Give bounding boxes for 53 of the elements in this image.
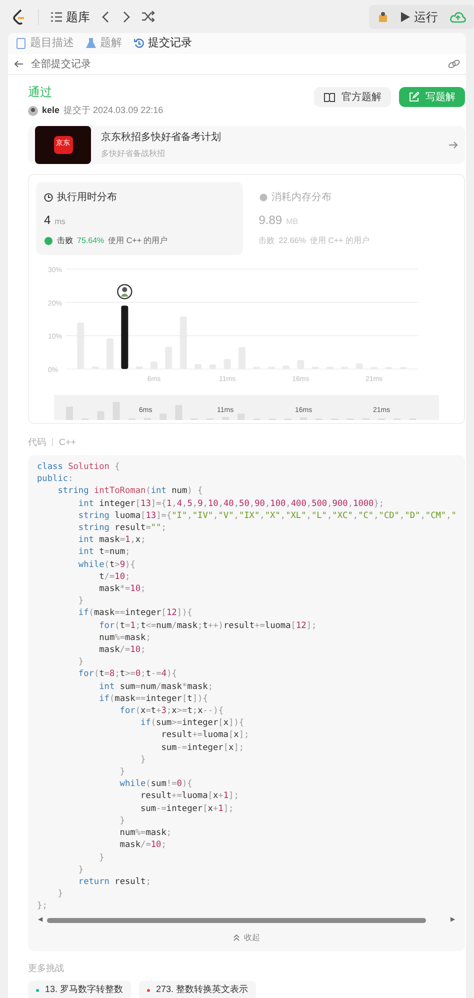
- problem-bank-title[interactable]: 题库: [66, 8, 90, 26]
- all-submissions-link[interactable]: 全部提交记录: [31, 56, 91, 72]
- stat-title: 执行用时分布: [57, 190, 117, 204]
- code-label: 代码: [28, 436, 46, 448]
- chip-icon: [258, 192, 268, 202]
- avatar-icon: [28, 106, 38, 116]
- document-icon: [16, 38, 26, 49]
- beat-description: 使用 C++ 的用户: [108, 234, 168, 246]
- username[interactable]: kele: [42, 104, 60, 118]
- chevron-right-icon[interactable]: [122, 10, 130, 22]
- challenge-chip[interactable]: 273. 整数转换英文表示: [139, 981, 256, 998]
- promo-title: 京东秋招多快好省备考计划: [101, 130, 222, 144]
- list-icon[interactable]: [51, 12, 62, 22]
- status-text: 通过: [28, 84, 53, 101]
- challenge-chip[interactable]: 13. 罗马数字转整数: [28, 981, 132, 998]
- link-icon[interactable]: [448, 59, 460, 69]
- edit-icon: [409, 92, 420, 102]
- beat-description: 使用 C++ 的用户: [310, 234, 370, 246]
- stat-value: 9.89: [258, 212, 282, 228]
- cloud-upload-icon[interactable]: [450, 10, 466, 22]
- submit-time: 提交于 2024.03.09 22:16: [64, 104, 164, 117]
- logo-icon[interactable]: [12, 8, 26, 24]
- play-icon: [401, 12, 410, 22]
- panel-tab[interactable]: 提交记录: [134, 35, 192, 52]
- back-arrow-icon[interactable]: [14, 60, 23, 68]
- stat-tab[interactable]: 执行用时分布 4 ms 击败 75.64% 使用 C++ 的用户: [36, 182, 243, 254]
- stat-title: 消耗内存分布: [272, 190, 332, 204]
- official-solution-button[interactable]: 官方题解: [314, 87, 392, 107]
- clock-icon: [44, 192, 53, 202]
- challenge-title: 273. 整数转换英文表示: [156, 983, 248, 996]
- stat-unit: ms: [54, 216, 66, 228]
- stat-value: 4: [44, 212, 51, 228]
- language-label: C++: [59, 436, 76, 448]
- challenge-title: 13. 罗马数字转整数: [45, 983, 124, 996]
- promo-subtitle: 多快好省备战秋招: [101, 148, 166, 160]
- beat-percent: 22.66%: [278, 234, 306, 246]
- avatar-icon: [117, 284, 132, 299]
- highlighted-bar[interactable]: [121, 305, 128, 368]
- beat-label: 击败: [57, 234, 73, 246]
- flask-icon: [86, 38, 96, 49]
- code-text: class Solution { public: string intToRoman(int num) { int integer[13]={1,4,5,9,10,40,50,90,100,400,500,900,1000}; string luoma[13]={"I","IV","V","IX","X","XL","L","XC","C","CD","D","CM"," string result=""; int mask=1,x; int t=num; while(t>9){ t/=10; mask*=10; } if(mask==integer[12]){ for(t=1;t<=num/mask;t++)result+=luoma[12]; num%=mask; mask/=10; } for(t=8;t>=0;t-=4){ int sum=num/mask*mask; if(mask==integer[t]){ for(x=t+3;x>=t;x--){ if(sum>=integer[x]){ result+=luoma[x]; sum-=integer[x]; } } while(sum!=0){ result+=luoma[x+1]; sum-=integer[x+1]; } num%=mask; mask/=10; } } return result; } };: [36, 461, 458, 913]
- chevron-left-icon[interactable]: [102, 10, 110, 22]
- arrow-right-icon: [449, 140, 458, 148]
- badge-icon: [44, 236, 53, 245]
- debug-icon[interactable]: [377, 10, 389, 22]
- history-icon: [134, 38, 144, 49]
- run-button[interactable]: 运行: [401, 8, 438, 26]
- book-icon: [324, 92, 336, 102]
- beat-percent: 75.64%: [77, 234, 104, 246]
- more-challenges-title: 更多挑战: [28, 962, 65, 975]
- shuffle-icon[interactable]: [142, 11, 155, 22]
- beat-label: 击败: [258, 234, 275, 246]
- chevron-up-icon: [233, 934, 240, 942]
